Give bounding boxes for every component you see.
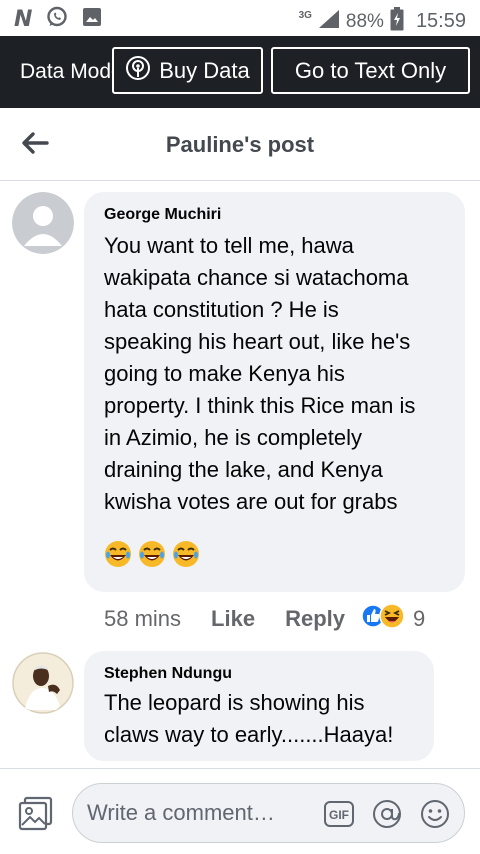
page-title: Pauline's post [165,132,315,157]
reaction-count: 9 [413,606,426,631]
comment-line: draining the lake, and Kenya [104,457,383,482]
status-bar: N 3G 88% 15:59 [0,0,480,36]
laughing-emoji-icon [104,540,132,573]
comment-timestamp: 58 mins [104,606,182,631]
gif-icon-label: GIF [329,808,349,822]
comment-line: hata constitution ? He is [104,297,339,322]
mention-icon[interactable] [371,798,403,835]
buy-data-button[interactable]: Buy Data [112,47,263,94]
text-only-label: Go to Text Only [294,57,447,83]
comment-line: property. I think this Rice man is [104,393,416,418]
avatar-stephen[interactable] [12,652,74,714]
data-mode-bar: Data Mode Buy Data Go to Text Only [0,36,480,108]
comment-composer: GIF [0,768,480,854]
battery-percent: 88% [345,10,384,32]
signal-icon [318,9,340,34]
laughing-emoji-icon [172,540,200,573]
comment-actions: 58 mins Like Reply 9 [104,603,425,635]
reply-button[interactable]: Reply [285,606,345,632]
like-button[interactable]: Like [211,606,255,632]
emoji-icon[interactable] [419,798,451,835]
comment-line: claws way to early.......Haaya! [104,722,394,747]
laughing-emoji-icon [138,540,166,573]
status-left-icons: N [14,6,102,33]
comment-line: kwisha votes are out for grabs [104,489,398,514]
avatar-george[interactable] [12,192,74,254]
comment-line: wakipata chance si watachoma [104,265,409,290]
photo-icon[interactable] [18,796,54,837]
data-mode-label: Data Mode [20,60,123,83]
comment-input[interactable] [87,798,317,828]
buy-data-label: Buy Data [159,57,250,83]
text-only-button[interactable]: Go to Text Only [271,47,470,94]
comment-bubble: George Muchiri You want to tell me, hawa… [84,192,465,592]
comment-author[interactable]: George Muchiri [104,206,415,224]
comment-box[interactable]: GIF [72,783,465,843]
whatsapp-icon [46,6,68,33]
network-type: 3G [298,10,312,21]
comment-line: going to make Kenya his [104,361,345,386]
haha-reaction-icon [379,603,405,635]
gallery-icon [82,7,102,32]
reactions-summary[interactable]: 9 [361,603,425,635]
comment-line: You want to tell me, hawa [104,233,354,258]
broadcast-icon [125,55,151,87]
post-header: Pauline's post [0,108,480,181]
comment-text: The leopard is showing his claws way to … [104,687,393,751]
comment-line: speaking his heart out, like he's [104,329,411,354]
battery-icon [390,7,404,36]
gif-icon[interactable]: GIF [323,798,355,835]
comment-bubble: Stephen Ndungu The leopard is showing hi… [84,651,434,761]
comment-line: in Azimio, he is completely [104,425,362,450]
status-right-icons: 3G 88% 15:59 [299,7,466,36]
n-app-icon: N [14,6,33,32]
clock: 15:59 [415,10,466,32]
emoji-row [104,540,415,573]
comment-text: You want to tell me, hawa wakipata chanc… [104,230,415,518]
comment-line: The leopard is showing his [104,690,365,715]
comment-author[interactable]: Stephen Ndungu [104,665,393,683]
